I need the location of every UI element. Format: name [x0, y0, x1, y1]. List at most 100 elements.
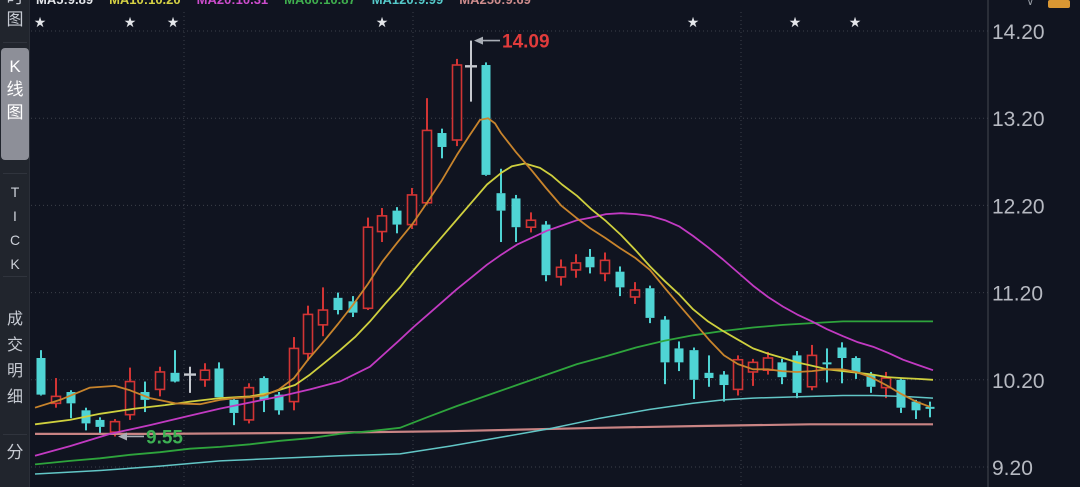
- candle: [557, 259, 566, 285]
- candle: [646, 286, 655, 323]
- y-axis-label: 14.20: [992, 21, 1045, 44]
- candle: [37, 350, 46, 395]
- candle: [720, 371, 729, 402]
- candle-body-down: [926, 407, 935, 409]
- sidebar-tab-成交明细[interactable]: 成交明细: [1, 307, 29, 411]
- candle-body-up: [319, 310, 328, 325]
- candle-body-down: [705, 373, 714, 378]
- candles-group: [37, 41, 935, 437]
- candle: [705, 355, 714, 386]
- candle-body-up: [601, 260, 610, 273]
- y-axis-labels: 14.2013.2012.2011.2010.209.20: [992, 21, 1045, 480]
- candle-body-down: [778, 362, 787, 377]
- candle: [215, 362, 224, 397]
- candle-body-down: [334, 298, 343, 310]
- ma-legend-item: MA250:9.69: [459, 0, 531, 7]
- candle: [823, 348, 832, 382]
- candle-body-down: [393, 211, 402, 225]
- candle: [661, 316, 670, 384]
- candle-body-up: [572, 263, 581, 270]
- ma-legend-fragments: MA5:9.89 MA10:10.20 MA20:10.31 MA60:10.87 MA…: [31, 0, 1080, 7]
- candle-body-down: [852, 358, 861, 372]
- y-axis-label: 12.20: [992, 195, 1045, 218]
- candle-body-down: [349, 301, 358, 312]
- ma-legend-strip: MA5:9.89 MA10:10.20 MA20:10.31 MA60:10.87 MA…: [31, 0, 1080, 9]
- ma-legend-item: MA60:10.87: [284, 0, 356, 7]
- candle: [453, 59, 462, 146]
- candle-body-down: [616, 272, 625, 288]
- candle-body-up: [557, 267, 566, 277]
- sidebar-tab-分[interactable]: 分: [1, 441, 29, 465]
- event-star-icon[interactable]: ★: [34, 14, 47, 30]
- candle-body-down: [586, 257, 595, 267]
- candle: [304, 306, 313, 361]
- top-right-action-button[interactable]: [1048, 0, 1070, 8]
- candle-body-down: [838, 348, 847, 358]
- chevron-down-icon[interactable]: ∨: [1027, 0, 1034, 8]
- candle: [423, 98, 432, 204]
- ma-legend-item: MA5:9.89: [36, 0, 93, 7]
- candle-body-down: [720, 375, 729, 385]
- candle-body-up: [423, 130, 432, 202]
- candle-body-up: [378, 216, 387, 232]
- candle: [82, 408, 91, 431]
- event-star-icon[interactable]: ★: [849, 14, 862, 30]
- candle: [497, 169, 506, 242]
- candle-body-up: [631, 290, 640, 297]
- candle: [319, 287, 328, 336]
- sidebar-tab-K线图[interactable]: K线图: [1, 48, 29, 160]
- y-axis-label: 13.20: [992, 108, 1045, 131]
- ma-legend-item: MA20:10.31: [197, 0, 269, 7]
- candle-body-down: [96, 420, 105, 427]
- event-star-icon[interactable]: ★: [376, 14, 389, 30]
- high-marker: 14.09: [474, 32, 550, 53]
- candle: [586, 249, 595, 273]
- stock-app-window: ★★★★★★★14.099.5514.2013.2012.2011.2010.2…: [0, 0, 1080, 487]
- sidebar: 时图 K线图 TICK 成交明细分: [0, 0, 30, 487]
- candle: [393, 207, 402, 233]
- candle: [616, 266, 625, 296]
- candle: [793, 351, 802, 398]
- candle: [96, 417, 105, 434]
- sidebar-divider: [3, 42, 27, 43]
- event-star-icon[interactable]: ★: [124, 14, 137, 30]
- candle: [334, 293, 343, 315]
- sidebar-divider: [3, 173, 27, 174]
- candle-body-up: [156, 372, 165, 389]
- sidebar-tab-tick[interactable]: TICK: [1, 180, 29, 276]
- candle-body-up: [453, 65, 462, 140]
- candle: [201, 363, 210, 387]
- sidebar-divider: [3, 434, 27, 435]
- candle: [852, 356, 861, 379]
- candle: [838, 342, 847, 383]
- candle-body-down: [497, 193, 506, 210]
- candle: [378, 208, 387, 242]
- candle-body-up: [111, 422, 120, 432]
- kline-chart[interactable]: ★★★★★★★14.099.5514.2013.2012.2011.2010.2…: [0, 0, 1080, 487]
- candle-body-up: [527, 220, 536, 227]
- event-stars: ★ ★ ★ ★ ★ ★ ★: [34, 14, 862, 30]
- sidebar-divider: [3, 276, 27, 277]
- candle-body-up: [764, 358, 773, 370]
- candle: [527, 212, 536, 232]
- event-star-icon[interactable]: ★: [789, 14, 802, 30]
- event-star-icon[interactable]: ★: [167, 14, 180, 30]
- candle-body-down: [675, 348, 684, 362]
- candle: [631, 282, 640, 304]
- y-axis-label: 11.20: [992, 283, 1043, 306]
- candle-body-down: [215, 368, 224, 397]
- candle: [808, 345, 817, 390]
- sidebar-tab-时图[interactable]: 时图: [1, 0, 29, 31]
- candle-body-up: [304, 314, 313, 353]
- candle: [126, 368, 135, 420]
- candle-body-up: [749, 362, 758, 372]
- candle-body-down: [37, 358, 46, 395]
- event-star-icon[interactable]: ★: [687, 14, 700, 30]
- price-marker-label: 9.55: [146, 427, 183, 448]
- kline-chart-area[interactable]: ★★★★★★★14.099.5514.2013.2012.2011.2010.2…: [0, 0, 1080, 487]
- candle: [926, 402, 935, 418]
- candle: [572, 254, 581, 278]
- ma-legend-item: MA10:10.20: [109, 0, 181, 7]
- y-axis-label: 9.20: [992, 457, 1033, 480]
- candle: [690, 348, 699, 399]
